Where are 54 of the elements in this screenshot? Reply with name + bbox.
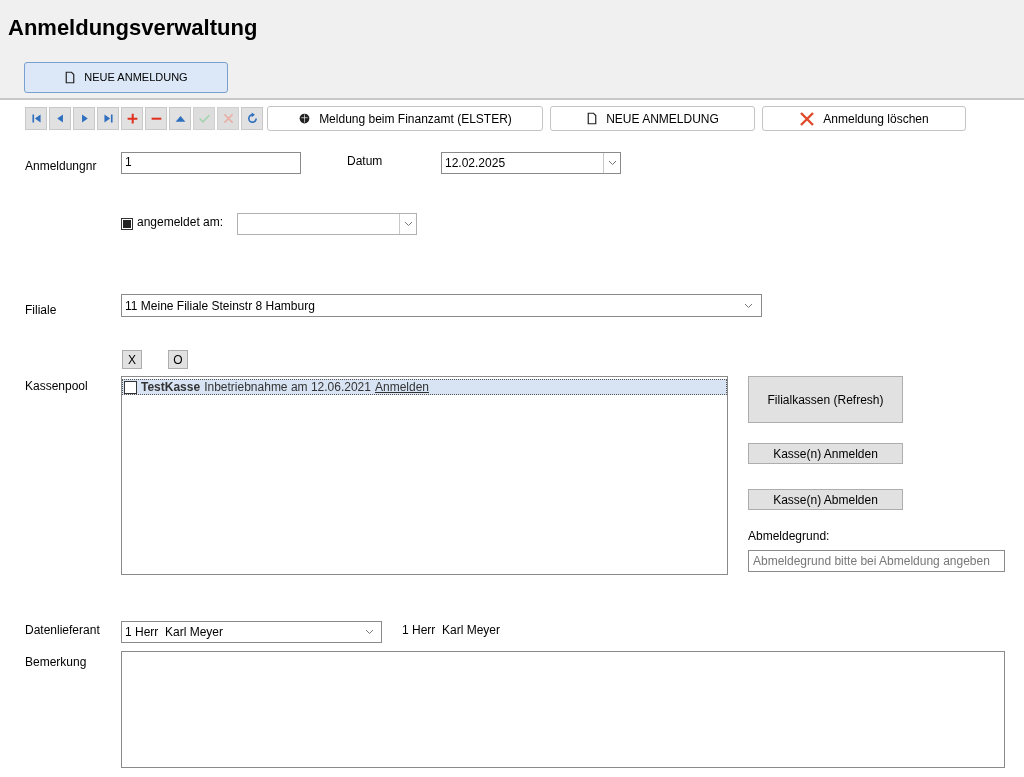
chevron-down-icon [743,302,753,309]
first-record-button[interactable] [25,107,47,130]
refresh-button[interactable] [241,107,263,130]
select-toggle-button[interactable]: X [122,350,142,369]
branch-dropdown[interactable]: 11 Meine Filiale Steinstr 8 Hamburg [121,294,762,317]
delete-record-button[interactable] [145,107,167,130]
field-label: Datum [347,153,384,170]
checkbox[interactable] [121,218,133,230]
number-field[interactable]: 1 [121,152,301,174]
field-label: Bemerkung [25,654,88,671]
eagle-emblem-icon [298,112,312,125]
document-icon [64,71,77,84]
checkbox-label: angemeldet am: [137,214,224,231]
checkmark-icon [197,112,211,125]
delete-registration-button[interactable]: Anmeldung löschen [762,106,966,131]
date-dropdown[interactable]: 12.02.2025 [441,152,621,174]
last-record-button[interactable] [97,107,119,130]
elster-report-button[interactable]: Meldung beim Finanzamt (ELSTER) [267,106,543,131]
refresh-registers-button[interactable]: Filialkassen (Refresh) [748,376,903,423]
previous-record-button[interactable] [49,107,71,130]
chevron-down-icon [607,160,617,166]
close-icon [799,110,816,127]
new-registration-button[interactable]: NEUE ANMELDUNG [550,106,755,131]
remarks-field[interactable] [121,651,1005,768]
window-title: Anmeldungsverwaltung [8,14,259,42]
reason-field[interactable]: Abmeldegrund bitte bei Abmeldung angeben [748,550,1005,572]
skip-first-icon [29,112,43,125]
date-dropdown[interactable] [237,213,417,235]
plus-icon [125,112,139,125]
register-name: TestKasse [141,379,201,396]
field-label: Filiale [25,301,58,319]
chevron-down-icon [403,221,413,227]
skip-last-icon [101,112,115,125]
register-link[interactable]: Anmelden [374,378,429,396]
supplier-dropdown[interactable]: 1 Herr Karl Meyer [121,621,382,643]
document-icon [586,112,599,125]
next-record-button[interactable] [73,107,95,130]
register-registers-button[interactable]: Kasse(n) Anmelden [748,443,903,464]
new-registration-button[interactable]: NEUE ANMELDUNG [24,62,228,93]
checkbox[interactable] [124,380,137,394]
field-label: Datenlieferant [25,622,101,639]
list-row[interactable]: TestKasse Inbetriebnahme am 12.06.2021 Anmelden [122,379,727,395]
deregister-registers-button[interactable]: Kasse(n) Abmelden [748,489,903,510]
supplier-name: 1 Herr Karl Meyer [402,622,501,639]
commissioning-date: Inbetriebnahme am 12.06.2021 [204,379,371,396]
field-label: Abmeldegrund: [748,528,831,545]
up-button[interactable] [169,107,191,130]
close-icon [221,112,235,125]
field-label: Anmeldungnr [25,158,98,175]
refresh-icon [245,112,259,125]
chevron-down-icon [364,629,374,635]
select-toggle-button[interactable]: O [168,350,188,369]
field-label: Kassenpool [25,378,89,395]
add-record-button[interactable] [121,107,143,130]
